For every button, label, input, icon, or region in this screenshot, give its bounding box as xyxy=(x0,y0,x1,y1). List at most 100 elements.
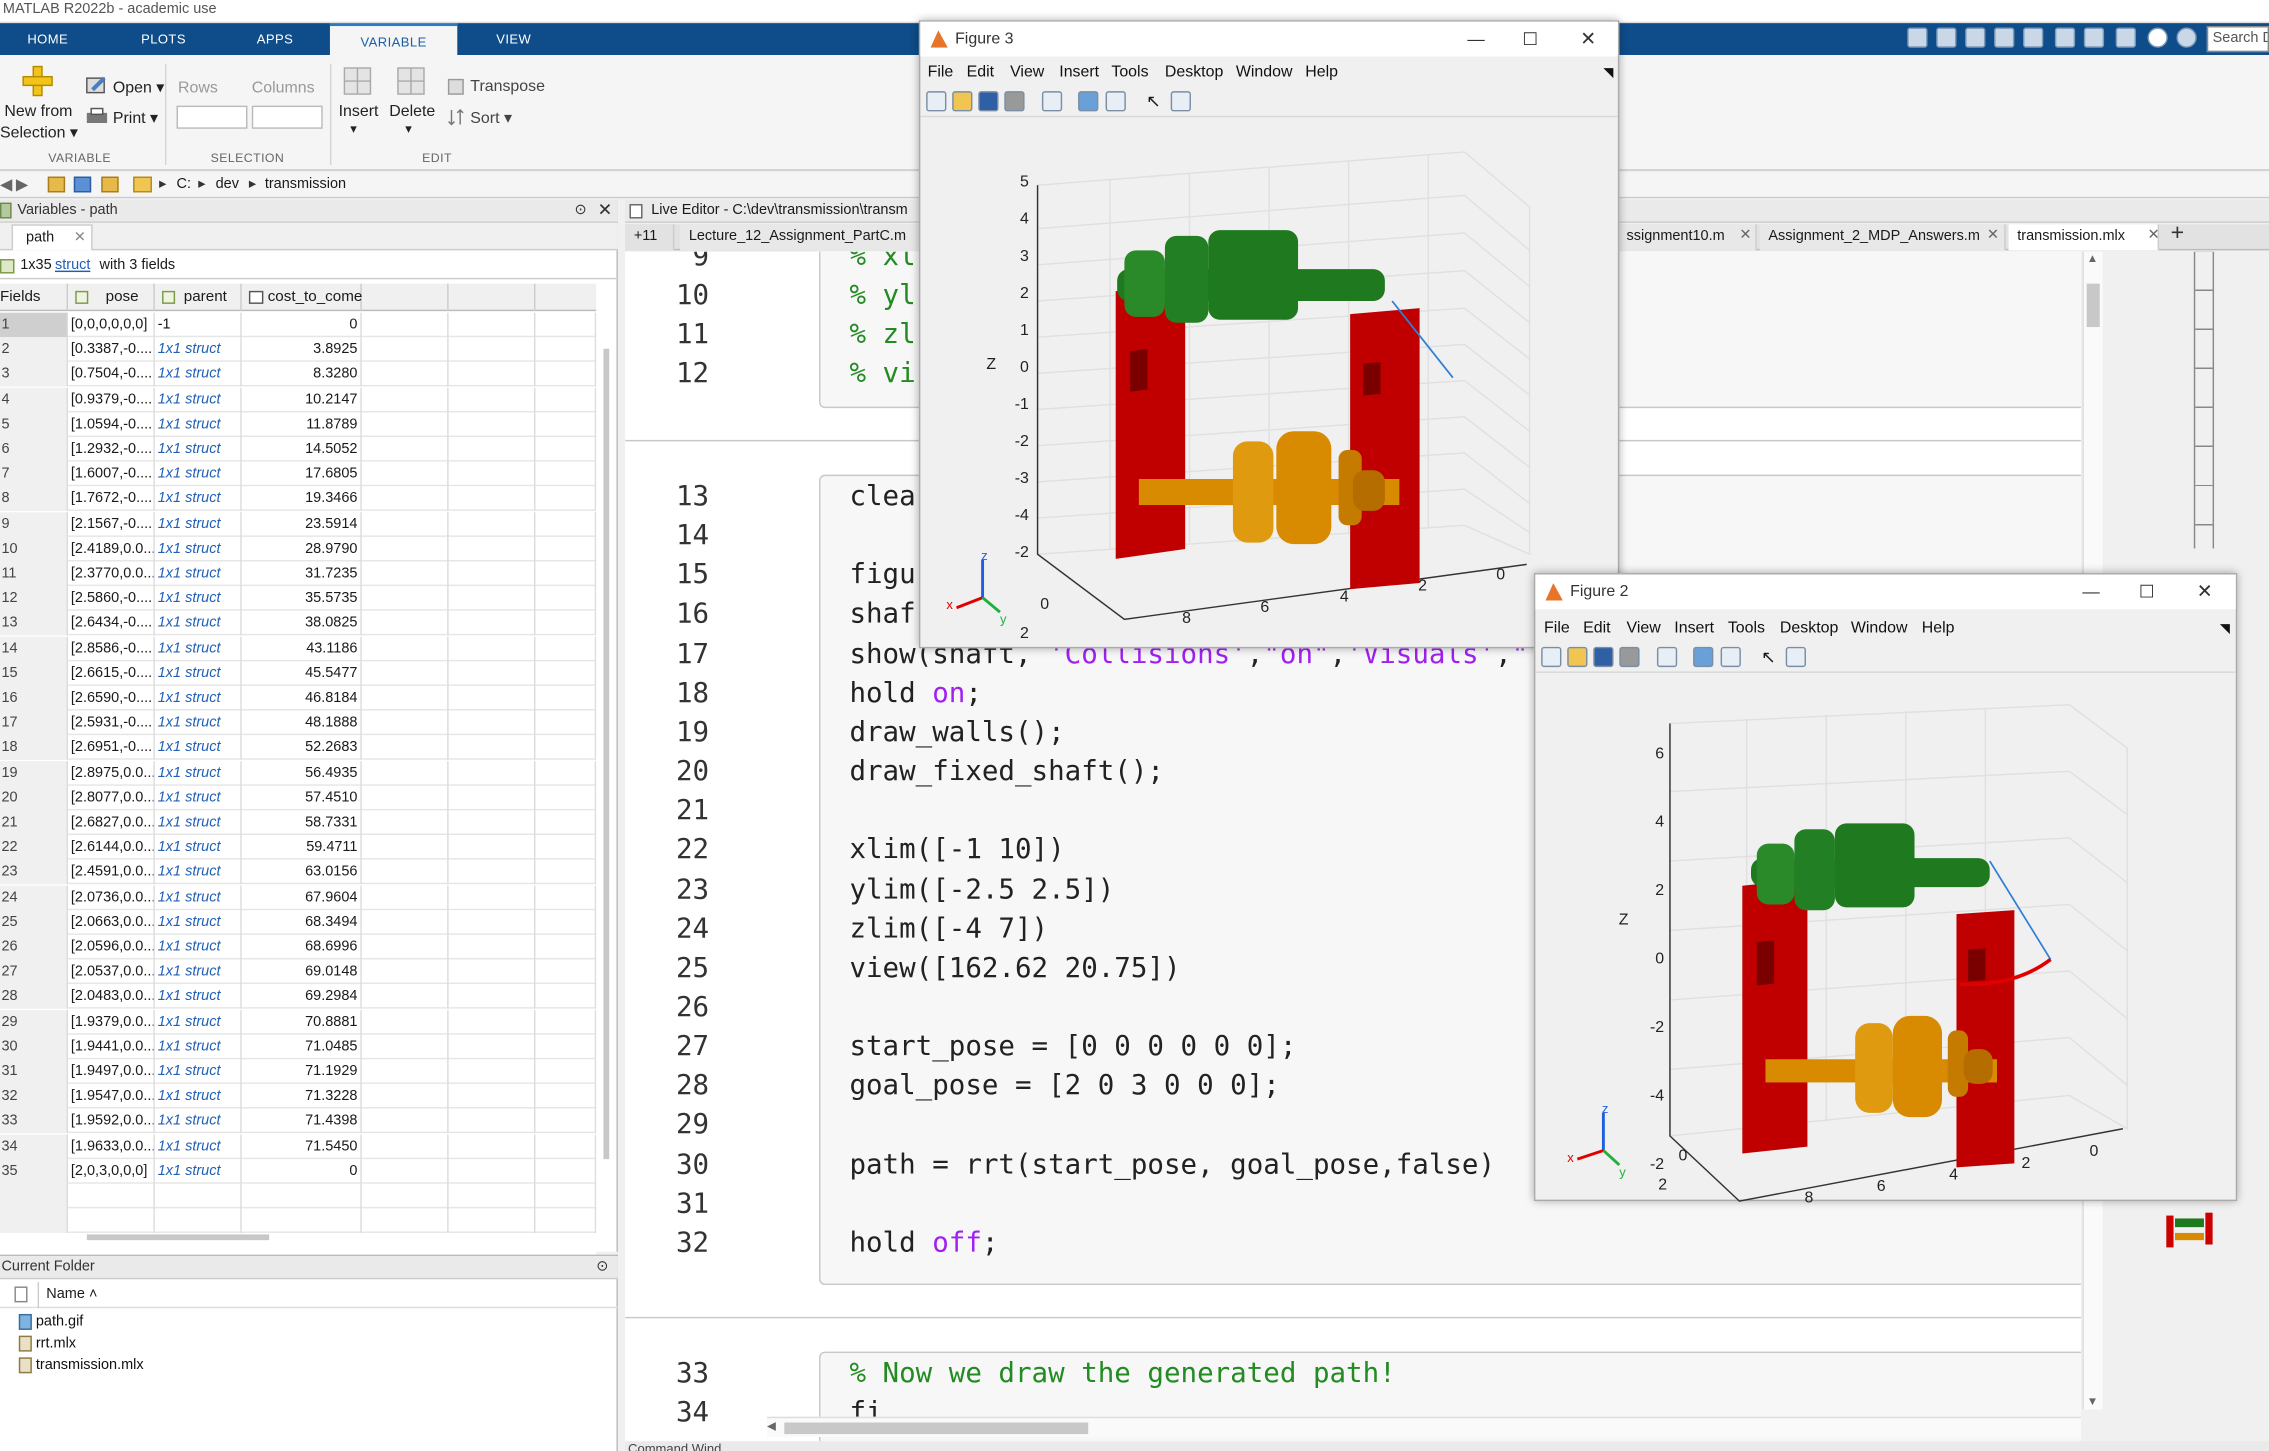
cell-parent[interactable]: 1x1 struct xyxy=(155,710,242,736)
scroll-up-icon[interactable]: ▲ xyxy=(2087,252,2098,265)
row-index[interactable] xyxy=(0,1208,69,1234)
cell-empty[interactable] xyxy=(535,1183,597,1209)
table-row[interactable] xyxy=(0,1183,597,1209)
cell-empty[interactable] xyxy=(362,760,449,786)
cell-empty[interactable] xyxy=(535,760,597,786)
cell-empty[interactable] xyxy=(362,486,449,512)
tab-view[interactable]: VIEW xyxy=(466,23,562,55)
table-row[interactable]: 11 [2.3770,0.0... 1x1 struct 31.7235 xyxy=(0,561,597,587)
row-index[interactable]: 10 xyxy=(0,536,69,562)
cell-empty[interactable] xyxy=(535,1084,597,1109)
cell-empty[interactable] xyxy=(449,810,536,835)
cell-empty[interactable] xyxy=(449,934,536,960)
tab-path[interactable]: path ✕ xyxy=(11,224,93,251)
qat-paste-icon[interactable] xyxy=(2023,27,2044,48)
menu-insert[interactable]: Insert xyxy=(1674,615,1714,641)
search-documentation-input[interactable]: Search D xyxy=(2206,26,2269,53)
cell-empty[interactable] xyxy=(535,312,597,338)
cell-pose[interactable]: [0,0,0,0,0,0] xyxy=(68,312,155,338)
row-index[interactable]: 3 xyxy=(0,362,69,387)
cell-empty[interactable] xyxy=(362,1133,449,1159)
pointer-icon[interactable]: ↖ xyxy=(1761,647,1776,667)
cell-cost-to-come[interactable]: 17.6805 xyxy=(242,461,362,487)
row-index[interactable]: 20 xyxy=(0,785,69,811)
grid-vertical-scroll-thumb[interactable] xyxy=(603,348,610,1160)
cell-parent[interactable]: 1x1 struct xyxy=(155,1009,242,1035)
grid-horizontal-scroll-thumb[interactable] xyxy=(86,1234,270,1241)
delete-chevron-down-icon[interactable]: ▾ xyxy=(405,122,412,138)
table-row[interactable]: 30 [1.9441,0.0... 1x1 struct 71.0485 xyxy=(0,1034,597,1059)
cell-empty[interactable] xyxy=(535,661,597,686)
minimize-icon[interactable]: — xyxy=(2082,574,2099,609)
row-index[interactable]: 5 xyxy=(0,412,69,437)
table-row[interactable]: 35 [2,0,3,0,0,0] 1x1 struct 0 xyxy=(0,1158,597,1184)
cell-pose[interactable]: [1.6007,-0.... xyxy=(68,461,155,487)
cell-empty[interactable] xyxy=(362,362,449,387)
cell-empty[interactable] xyxy=(535,486,597,512)
cell-cost-to-come[interactable]: 71.3228 xyxy=(242,1084,362,1109)
cell-pose[interactable]: [1.9497,0.0... xyxy=(68,1059,155,1084)
cell-empty[interactable] xyxy=(362,984,449,1010)
code-line[interactable]: % zl xyxy=(849,319,915,351)
cell-parent[interactable]: -1 xyxy=(155,312,242,338)
file-item[interactable]: rrt.mlx xyxy=(18,1335,76,1352)
cell-pose[interactable]: [2.0483,0.0... xyxy=(68,984,155,1010)
cell-empty[interactable] xyxy=(362,561,449,587)
cell-empty[interactable] xyxy=(362,934,449,960)
cell-parent[interactable]: 1x1 struct xyxy=(155,561,242,587)
cell-cost-to-come[interactable]: 31.7235 xyxy=(242,561,362,587)
code-line[interactable]: xlim([-1 10]) xyxy=(849,834,1064,866)
cell-empty[interactable] xyxy=(535,1208,597,1234)
more-tabs-button[interactable]: +11 xyxy=(625,224,675,251)
cell-pose[interactable]: [2.4591,0.0... xyxy=(68,860,155,885)
cell-empty[interactable] xyxy=(535,1009,597,1035)
cell-pose[interactable]: [2.8586,-0.... xyxy=(68,636,155,661)
code-line[interactable]: figu xyxy=(849,559,915,591)
tab-apps[interactable]: APPS xyxy=(227,23,323,55)
row-index[interactable]: 29 xyxy=(0,1009,69,1035)
cell-pose[interactable]: [2.0663,0.0... xyxy=(68,909,155,935)
cell-empty[interactable] xyxy=(535,835,597,860)
cell-parent[interactable]: 1x1 struct xyxy=(155,735,242,761)
cell-empty[interactable] xyxy=(535,1034,597,1059)
cell-parent[interactable]: 1x1 struct xyxy=(155,760,242,786)
row-index[interactable]: 12 xyxy=(0,586,69,611)
cell-empty[interactable] xyxy=(449,387,536,412)
menu-help[interactable]: Help xyxy=(1922,615,1955,641)
row-index[interactable]: 32 xyxy=(0,1084,69,1109)
cell-pose[interactable]: [2.1567,-0.... xyxy=(68,511,155,537)
row-index[interactable]: 23 xyxy=(0,860,69,885)
table-row[interactable]: 28 [2.0483,0.0... 1x1 struct 69.2984 xyxy=(0,984,597,1010)
print-button[interactable]: Print ▾ xyxy=(113,109,158,127)
cell-parent[interactable]: 1x1 struct xyxy=(155,511,242,537)
cell-empty[interactable] xyxy=(362,835,449,860)
cell-cost-to-come[interactable]: 0 xyxy=(242,312,362,338)
panel-menu-icon[interactable]: ⊙ xyxy=(596,1256,608,1279)
breadcrumb-dev[interactable]: dev xyxy=(216,172,239,198)
code-line[interactable]: start_pose = [0 0 0 0 0 0]; xyxy=(849,1030,1296,1062)
table-row[interactable]: 34 [1.9633,0.0... 1x1 struct 71.5450 xyxy=(0,1133,597,1159)
cell-empty[interactable] xyxy=(535,387,597,412)
breadcrumb-c[interactable]: C: xyxy=(177,172,191,198)
row-index[interactable]: 30 xyxy=(0,1034,69,1059)
cell-pose[interactable]: [1.9592,0.0... xyxy=(68,1109,155,1134)
cell-cost-to-come[interactable]: 43.1186 xyxy=(242,636,362,661)
tab-variable[interactable]: VARIABLE xyxy=(329,23,458,55)
open-file-icon[interactable] xyxy=(1567,646,1588,668)
cell-empty[interactable] xyxy=(449,1109,536,1134)
qat-switch-icon[interactable] xyxy=(2115,27,2136,48)
code-line[interactable]: hold on; xyxy=(849,677,981,709)
maximize-icon[interactable]: ☐ xyxy=(2139,574,2155,609)
cell-pose[interactable]: [1.2932,-0.... xyxy=(68,437,155,462)
cell-parent[interactable]: 1x1 struct xyxy=(155,810,242,835)
cell-empty[interactable] xyxy=(362,511,449,537)
cell-parent[interactable]: 1x1 struct xyxy=(155,387,242,412)
cell-empty[interactable] xyxy=(449,437,536,462)
cell-pose[interactable]: [1.9547,0.0... xyxy=(68,1084,155,1109)
row-index[interactable]: 6 xyxy=(0,437,69,462)
cell-empty[interactable] xyxy=(449,835,536,860)
print-icon[interactable] xyxy=(1004,91,1025,112)
cell-empty[interactable] xyxy=(535,934,597,960)
cell-pose[interactable]: [2.3770,0.0... xyxy=(68,561,155,587)
cell-pose[interactable]: [2.8077,0.0... xyxy=(68,785,155,811)
